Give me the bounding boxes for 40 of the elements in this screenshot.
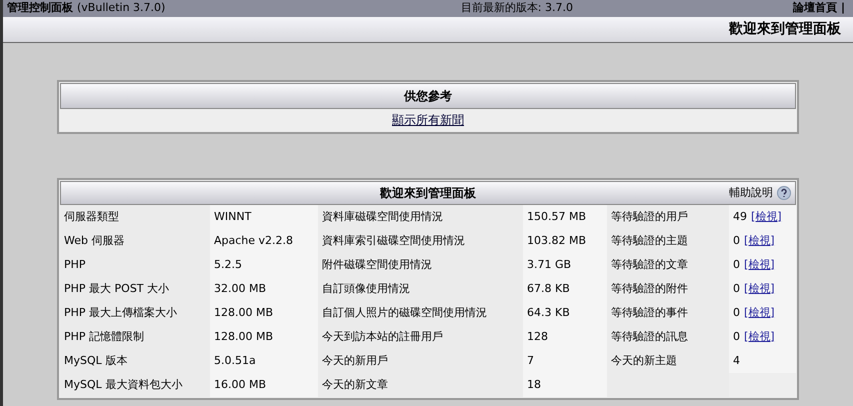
table-cell: 5.0.51a [210, 349, 318, 373]
table-cell: 128.00 MB [210, 301, 318, 325]
field-value: 0 [733, 304, 740, 321]
version-text: (vBulletin 3.7.0) [77, 0, 166, 16]
latest-version: 目前最新的版本: 3.7.0 [460, 0, 573, 16]
field-value: 0 [733, 256, 740, 273]
table-cell: 128 [523, 325, 607, 349]
table-cell: 7 [523, 349, 607, 373]
field-value: 49 [733, 208, 747, 225]
table-cell: 32.00 MB [210, 277, 318, 301]
table-cell: Apache v2.2.8 [210, 229, 318, 253]
panel-title: 歡迎來到管理面板 [380, 185, 476, 202]
view-link[interactable]: [檢視] [744, 256, 775, 274]
table-cell: 64.3 KB [523, 301, 607, 325]
table-cell: 18 [523, 373, 607, 397]
show-news-link[interactable]: 顯示所有新聞 [392, 111, 464, 129]
field-value: 0 [733, 280, 740, 297]
help-icon[interactable] [777, 186, 791, 200]
forum-home-link[interactable]: 論壇首頁 [792, 0, 837, 17]
panel-title: 供您參考 [404, 88, 452, 105]
field-value: 0 [733, 232, 740, 249]
table-cell: 128.00 MB [210, 325, 318, 349]
help-link[interactable]: 輔助說明 [729, 184, 773, 202]
view-link[interactable]: [檢視] [744, 304, 775, 322]
view-link[interactable]: [檢視] [744, 232, 775, 250]
table-cell: 16.00 MB [210, 373, 318, 397]
app-title: 管理控制面板 [7, 0, 73, 16]
page-title: 歡迎來到管理面板 [729, 20, 841, 39]
table-cell: 3.71 GB [523, 253, 607, 277]
table-cell: WINNT [210, 205, 318, 229]
field-value: 0 [733, 328, 740, 345]
table-cell: 67.8 KB [523, 277, 607, 301]
separator-text: | [840, 0, 845, 16]
view-link[interactable]: [檢視] [744, 328, 775, 346]
view-link[interactable]: [檢視] [751, 208, 782, 226]
table-cell: 103.82 MB [523, 229, 607, 253]
field-value: 4 [733, 352, 740, 369]
view-link[interactable]: [檢視] [744, 280, 775, 298]
table-cell: 5.2.5 [210, 253, 318, 277]
table-cell: 150.57 MB [523, 205, 607, 229]
